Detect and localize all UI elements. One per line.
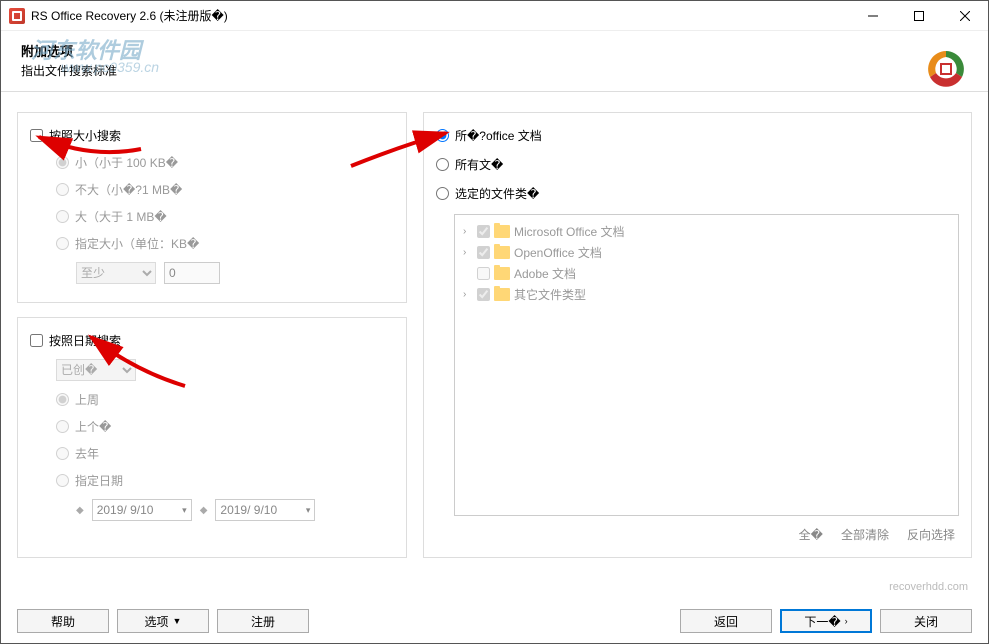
expand-icon[interactable]: › <box>463 226 473 237</box>
size-small-label: 小（小于 100 KB� <box>75 154 178 171</box>
clear-all-link[interactable]: 全部清除 <box>841 526 889 543</box>
expand-icon[interactable] <box>463 268 473 279</box>
date-to-picker[interactable]: 2019/ 9/10▾ <box>215 499 315 521</box>
expand-icon[interactable]: › <box>463 289 473 300</box>
window-controls <box>850 1 988 31</box>
tree-actions: 全� 全部清除 反向选择 <box>436 526 955 543</box>
size-search-label: 按照大小搜索 <box>49 127 121 144</box>
folder-icon <box>494 246 510 259</box>
size-custom-radio[interactable] <box>56 237 69 250</box>
filetype-selected-radio[interactable] <box>436 187 449 200</box>
invert-selection-link[interactable]: 反向选择 <box>907 526 955 543</box>
size-medium-radio[interactable] <box>56 183 69 196</box>
footer-link[interactable]: recoverhdd.com <box>889 581 968 593</box>
select-all-link[interactable]: 全� <box>799 526 823 543</box>
options-button[interactable]: 选项▼ <box>117 609 209 633</box>
page-title: 附加选项 <box>21 41 968 60</box>
help-button[interactable]: 帮助 <box>17 609 109 633</box>
minimize-button[interactable] <box>850 1 896 31</box>
date-lastweek-label: 上周 <box>75 391 99 408</box>
date-lastyear-label: 去年 <box>75 445 99 462</box>
folder-icon <box>494 267 510 280</box>
tree-checkbox[interactable] <box>477 225 490 238</box>
left-column: 按照大小搜索 小（小于 100 KB� 不大（小�?1 MB� 大（大于 1 M… <box>17 112 407 558</box>
chevron-down-icon: ▾ <box>182 505 187 516</box>
register-button[interactable]: 注册 <box>217 609 309 633</box>
date-search-panel: 按照日期搜索 已创� 上周 上个� 去年 指定日期 ◆ 2019/ 9/10▾ … <box>17 317 407 558</box>
chevron-down-icon: ▾ <box>306 505 311 516</box>
size-search-checkbox[interactable] <box>30 129 43 142</box>
back-button[interactable]: 返回 <box>680 609 772 633</box>
page-subtitle: 指出文件搜索标准 <box>21 62 968 79</box>
next-button[interactable]: 下一�› <box>780 609 872 633</box>
filetype-allfiles-label: 所有文� <box>455 156 503 173</box>
size-medium-label: 不大（小�?1 MB� <box>75 181 182 198</box>
date-lastmonth-radio[interactable] <box>56 420 69 433</box>
folder-icon <box>494 288 510 301</box>
close-wizard-button[interactable]: 关闭 <box>880 609 972 633</box>
tree-row[interactable]: › OpenOffice 文档 <box>463 242 950 263</box>
size-search-panel: 按照大小搜索 小（小于 100 KB� 不大（小�?1 MB� 大（大于 1 M… <box>17 112 407 303</box>
tree-row[interactable]: Adobe 文档 <box>463 263 950 284</box>
size-small-radio[interactable] <box>56 156 69 169</box>
tree-checkbox[interactable] <box>477 267 490 280</box>
date-from-picker[interactable]: 2019/ 9/10▾ <box>92 499 192 521</box>
tree-checkbox[interactable] <box>477 246 490 259</box>
filetype-office-label: 所�?office 文档 <box>455 127 542 144</box>
tree-label: Microsoft Office 文档 <box>514 223 624 240</box>
date-custom-label: 指定日期 <box>75 472 123 489</box>
date-diamond-icon: ◆ <box>200 505 208 516</box>
size-large-label: 大（大于 1 MB� <box>75 208 167 225</box>
date-search-checkbox[interactable] <box>30 334 43 347</box>
date-lastmonth-label: 上个� <box>75 418 111 435</box>
folder-icon <box>494 225 510 238</box>
date-search-label: 按照日期搜索 <box>49 332 121 349</box>
date-diamond-icon: ◆ <box>76 505 84 516</box>
tree-label: Adobe 文档 <box>514 265 576 282</box>
expand-icon[interactable]: › <box>463 247 473 258</box>
tree-label: 其它文件类型 <box>514 286 586 303</box>
date-lastyear-radio[interactable] <box>56 447 69 460</box>
content-area: 按照大小搜索 小（小于 100 KB� 不大（小�?1 MB� 大（大于 1 M… <box>1 92 988 568</box>
header-area: 河东软件园 www.pc0359.cn 附加选项 指出文件搜索标准 <box>1 31 988 85</box>
date-type-select[interactable]: 已创� <box>56 359 136 381</box>
filetype-allfiles-radio[interactable] <box>436 158 449 171</box>
chevron-down-icon: ▼ <box>173 616 182 626</box>
window-title: RS Office Recovery 2.6 (未注册版�) <box>31 7 850 24</box>
size-custom-label: 指定大小（单位：KB� <box>75 235 199 252</box>
filetype-selected-label: 选定的文件类� <box>455 185 539 202</box>
titlebar: RS Office Recovery 2.6 (未注册版�) <box>1 1 988 31</box>
tree-row[interactable]: › Microsoft Office 文档 <box>463 221 950 242</box>
maximize-button[interactable] <box>896 1 942 31</box>
date-custom-radio[interactable] <box>56 474 69 487</box>
close-button[interactable] <box>942 1 988 31</box>
filetype-office-radio[interactable] <box>436 129 449 142</box>
button-bar: 帮助 选项▼ 注册 返回 下一�› 关闭 <box>1 609 988 633</box>
app-icon <box>9 8 25 24</box>
size-custom-value[interactable] <box>164 262 220 284</box>
date-lastweek-radio[interactable] <box>56 393 69 406</box>
size-large-radio[interactable] <box>56 210 69 223</box>
tree-row[interactable]: › 其它文件类型 <box>463 284 950 305</box>
filetype-panel: 所�?office 文档 所有文� 选定的文件类� › Microsoft Of… <box>423 112 972 558</box>
size-custom-select[interactable]: 至少 <box>76 262 156 284</box>
tree-checkbox[interactable] <box>477 288 490 301</box>
tree-label: OpenOffice 文档 <box>514 244 602 261</box>
office-recovery-logo-icon <box>924 47 968 91</box>
filetype-tree: › Microsoft Office 文档 › OpenOffice 文档 Ad… <box>454 214 959 516</box>
